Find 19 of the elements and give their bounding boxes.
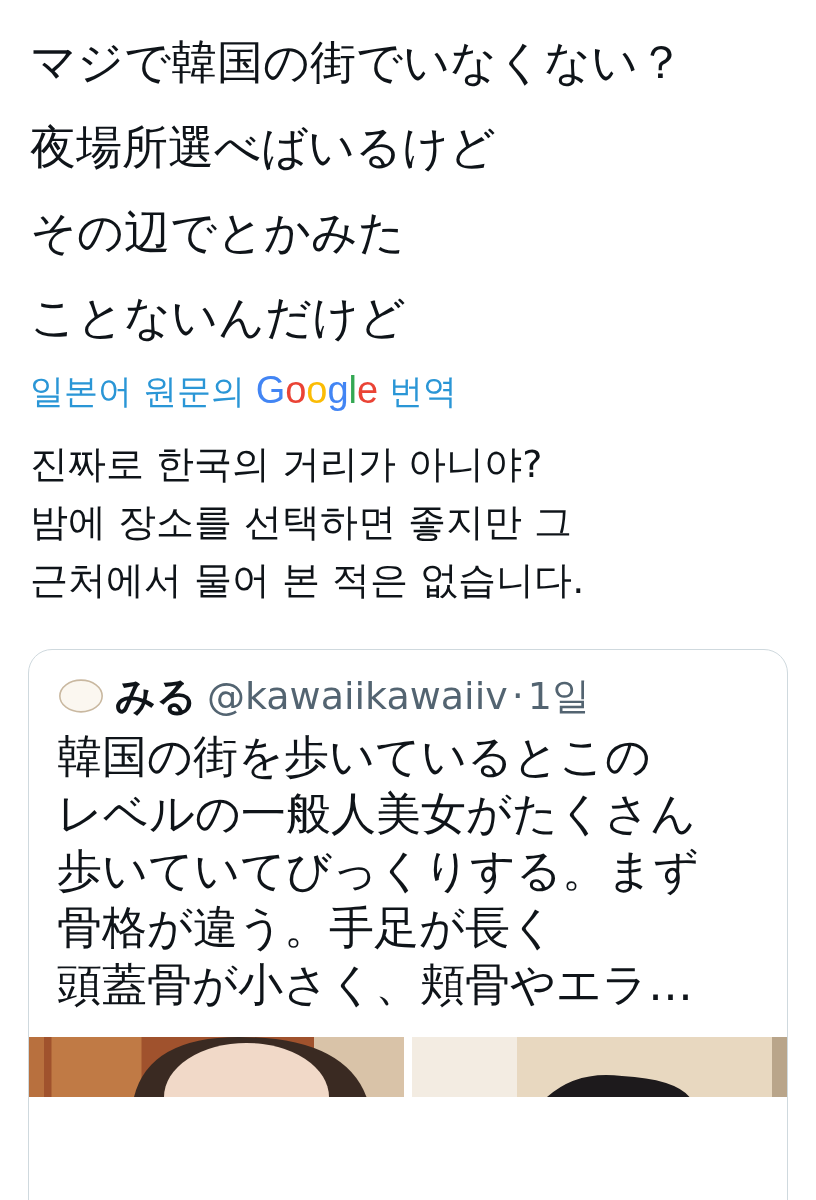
quoted-text-line: 頭蓋骨が小さく、頬骨やエラ…: [57, 957, 694, 1013]
quoted-text-line: 韓国の街を歩いているとこの: [57, 729, 652, 785]
translation-link[interactable]: 일본어 원문의 Google 번역: [30, 368, 816, 413]
user-name: みる: [115, 671, 197, 721]
quoted-text-line: 骨格が違う。手足が長く: [57, 900, 557, 956]
translated-text-line: 근처에서 물어 본 적은 없습니다.: [30, 557, 586, 604]
avatar-icon: [57, 678, 105, 714]
translated-text-line: 밤에 장소를 선택하면 좋지만 그: [30, 499, 574, 546]
tweet-text-line: 夜場所選べばいるけど: [30, 119, 497, 176]
tweet-text-line: マジで韓国の街でいなくない？: [30, 34, 685, 91]
tweet-text-line: ことないんだけど: [30, 289, 407, 346]
quoted-text-line: 歩いていてびっくりする。まず: [57, 843, 700, 899]
post-time: 1일: [527, 672, 590, 720]
user-handle: @kawaiikawaiiv: [207, 674, 508, 718]
separator-dot: ·: [511, 674, 524, 718]
translated-text-line: 진짜로 한국의 거리가 아니야?: [30, 441, 544, 488]
quoted-tweet-card[interactable]: みる @kawaiikawaiiv·1일 韓国の街を歩いているとこの レベルの一般人美女がたくさん 歩いていてびっくりする。まず 骨格が違う。手足が長く 頭蓋骨が小さく、頬骨やエラ…: [28, 649, 788, 1200]
quoted-text-line: レベルの一般人美女がたくさん: [57, 786, 697, 842]
tweet-text-line: その辺でとかみた: [30, 204, 406, 261]
